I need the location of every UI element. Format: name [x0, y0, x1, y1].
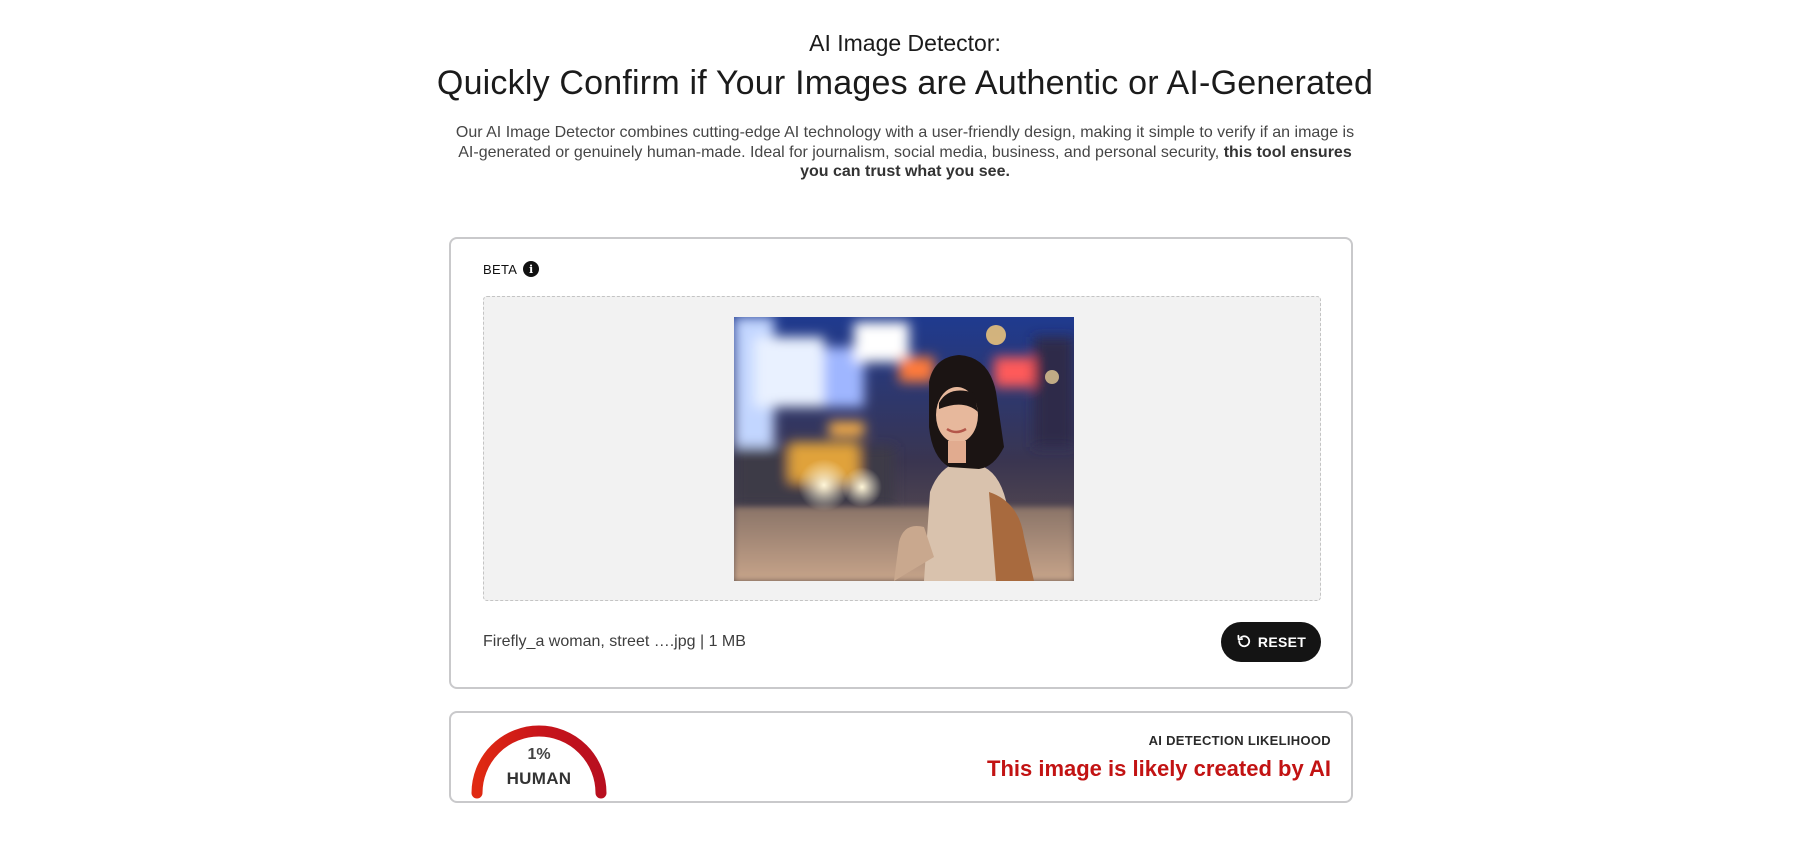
upload-card: BETA i Firefly_a woman, street ….jpg | 1… [449, 237, 1353, 689]
page-kicker: AI Image Detector: [809, 30, 1001, 56]
uploaded-image-preview [734, 317, 1074, 581]
page-description: Our AI Image Detector combines cutting-e… [450, 123, 1360, 182]
detection-result-card: 1% HUMAN AI DETECTION LIKELIHOOD This im… [449, 711, 1353, 803]
info-icon[interactable]: i [523, 261, 540, 277]
detection-verdict: This image is likely created by AI [987, 756, 1331, 781]
gauge-value: 1% [527, 746, 551, 763]
gauge-label: HUMAN [506, 769, 572, 788]
image-dropzone[interactable] [483, 296, 1321, 601]
likelihood-title: AI DETECTION LIKELIHOOD [1148, 733, 1331, 748]
file-name-size: Firefly_a woman, street ….jpg | 1 MB [483, 633, 746, 650]
page: AI Image Detector: Quickly Confirm if Yo… [0, 0, 1810, 853]
photo-woman-street [734, 317, 1074, 581]
reset-label: RESET [1257, 634, 1307, 650]
beta-label: BETA [483, 261, 518, 277]
reset-icon [1237, 634, 1250, 648]
reset-button[interactable]: RESET [1221, 622, 1321, 662]
beta-badge: BETA i [483, 261, 540, 277]
page-title: Quickly Confirm if Your Images are Authe… [436, 64, 1374, 102]
description-text: Our AI Image Detector combines cutting-e… [455, 124, 1355, 161]
